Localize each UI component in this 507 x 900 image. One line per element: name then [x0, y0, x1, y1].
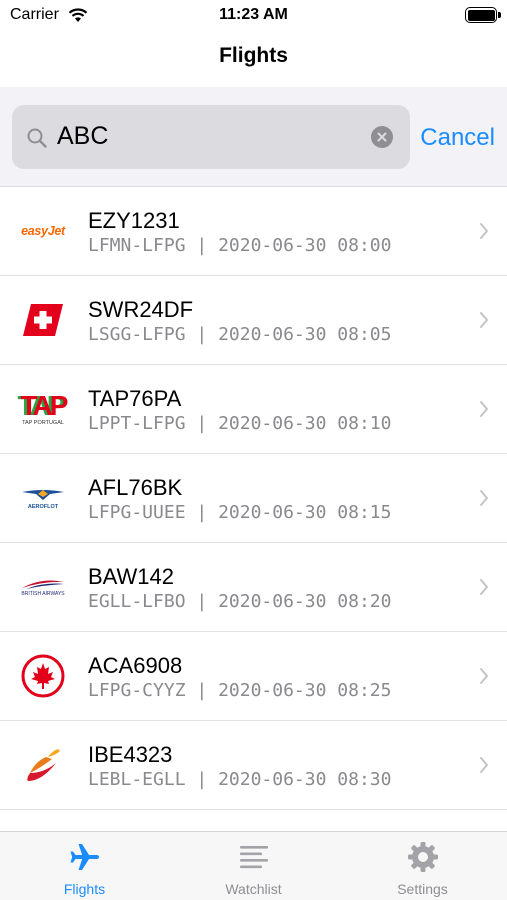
- route-airports: EGLL-LFBO: [88, 591, 186, 612]
- tab-flights[interactable]: Flights: [0, 832, 169, 900]
- flight-callsign: IBE4323: [88, 742, 173, 767]
- tab-watchlist[interactable]: Watchlist: [169, 832, 338, 900]
- flight-list: easyJet EZY1231 LFMN-LFPG | 2020-06-30 0…: [0, 187, 507, 810]
- tab-settings[interactable]: Settings: [338, 832, 507, 900]
- flight-row[interactable]: easyJet EZY1231 LFMN-LFPG | 2020-06-30 0…: [0, 187, 507, 276]
- chevron-right-icon: [479, 311, 489, 334]
- flight-row[interactable]: SWR24DF LSGG-LFPG | 2020-06-30 08:05: [0, 276, 507, 365]
- flight-route: LFMN-LFPG | 2020-06-30 08:00: [88, 235, 392, 256]
- flight-route: EGLL-LFBO | 2020-06-30 08:20: [88, 591, 392, 612]
- flight-row[interactable]: IBE4323 LEBL-EGLL | 2020-06-30 08:30: [0, 721, 507, 810]
- gear-icon: [338, 840, 507, 874]
- clear-search-icon[interactable]: [371, 126, 393, 148]
- flight-row[interactable]: TAP TAP PORTUGAL TAP76PA LPPT-LFPG | 202…: [0, 365, 507, 454]
- chevron-right-icon: [479, 667, 489, 690]
- chevron-right-icon: [479, 489, 489, 512]
- search-icon: [26, 127, 48, 154]
- flight-datetime: 2020-06-30 08:30: [218, 769, 392, 790]
- search-bar: ABC Cancel: [0, 87, 507, 187]
- tab-label: Flights: [63, 881, 106, 897]
- iberia-logo: [18, 740, 68, 790]
- list-icon: [169, 840, 338, 874]
- flight-datetime: 2020-06-30 08:10: [218, 413, 392, 434]
- swiss-logo: [18, 295, 68, 345]
- flight-callsign: ACA6908: [88, 653, 183, 678]
- flight-route: LFPG-UUEE | 2020-06-30 08:15: [88, 502, 392, 523]
- flight-row[interactable]: BRITISH AIRWAYS BAW142 EGLL-LFBO | 2020-…: [0, 543, 507, 632]
- chevron-right-icon: [479, 578, 489, 601]
- air-canada-logo: [18, 651, 68, 701]
- flight-route: LPPT-LFPG | 2020-06-30 08:10: [88, 413, 392, 434]
- flight-callsign: BAW142: [88, 564, 175, 589]
- search-input[interactable]: ABC: [12, 105, 410, 169]
- flight-row[interactable]: AEROFLOT AFL76BK LFPG-UUEE | 2020-06-30 …: [0, 454, 507, 543]
- tab-label: Settings: [397, 881, 448, 897]
- route-airports: LEBL-EGLL: [88, 769, 186, 790]
- flight-callsign: SWR24DF: [88, 297, 194, 322]
- cancel-button[interactable]: Cancel: [420, 124, 495, 152]
- page-title: Flights: [219, 44, 288, 67]
- route-airports: LPPT-LFPG: [88, 413, 186, 434]
- chevron-right-icon: [479, 756, 489, 779]
- search-query: ABC: [57, 122, 109, 150]
- status-bar: Carrier 11:23 AM: [0, 0, 507, 30]
- route-airports: LFPG-UUEE: [88, 502, 186, 523]
- flight-callsign: AFL76BK: [88, 475, 183, 500]
- aeroflot-logo: AEROFLOT: [18, 473, 68, 523]
- flight-datetime: 2020-06-30 08:05: [218, 324, 392, 345]
- flight-datetime: 2020-06-30 08:15: [218, 502, 392, 523]
- route-airports: LFMN-LFPG: [88, 235, 186, 256]
- flight-callsign: TAP76PA: [88, 386, 182, 411]
- route-airports: LFPG-CYYZ: [88, 680, 186, 701]
- flight-datetime: 2020-06-30 08:25: [218, 680, 392, 701]
- flight-callsign: EZY1231: [88, 208, 180, 233]
- airplane-icon: [0, 840, 169, 874]
- easyjet-logo: easyJet: [21, 224, 65, 238]
- route-airports: LSGG-LFPG: [88, 324, 186, 345]
- flight-datetime: 2020-06-30 08:00: [218, 235, 392, 256]
- battery-icon: [465, 7, 501, 23]
- clock: 11:23 AM: [219, 6, 288, 23]
- flight-route: LFPG-CYYZ | 2020-06-30 08:25: [88, 680, 392, 701]
- flight-row[interactable]: ACA6908 LFPG-CYYZ | 2020-06-30 08:25: [0, 632, 507, 721]
- chevron-right-icon: [479, 400, 489, 423]
- flight-route: LSGG-LFPG | 2020-06-30 08:05: [88, 324, 392, 345]
- flight-route: LEBL-EGLL | 2020-06-30 08:30: [88, 769, 392, 790]
- tab-label: Watchlist: [225, 881, 282, 897]
- tap-logo: TAP TAP PORTUGAL: [20, 389, 69, 426]
- flight-datetime: 2020-06-30 08:20: [218, 591, 392, 612]
- tab-bar: Flights Watchlist Settings: [0, 831, 507, 900]
- chevron-right-icon: [479, 222, 489, 245]
- british-airways-logo: BRITISH AIRWAYS: [18, 562, 68, 612]
